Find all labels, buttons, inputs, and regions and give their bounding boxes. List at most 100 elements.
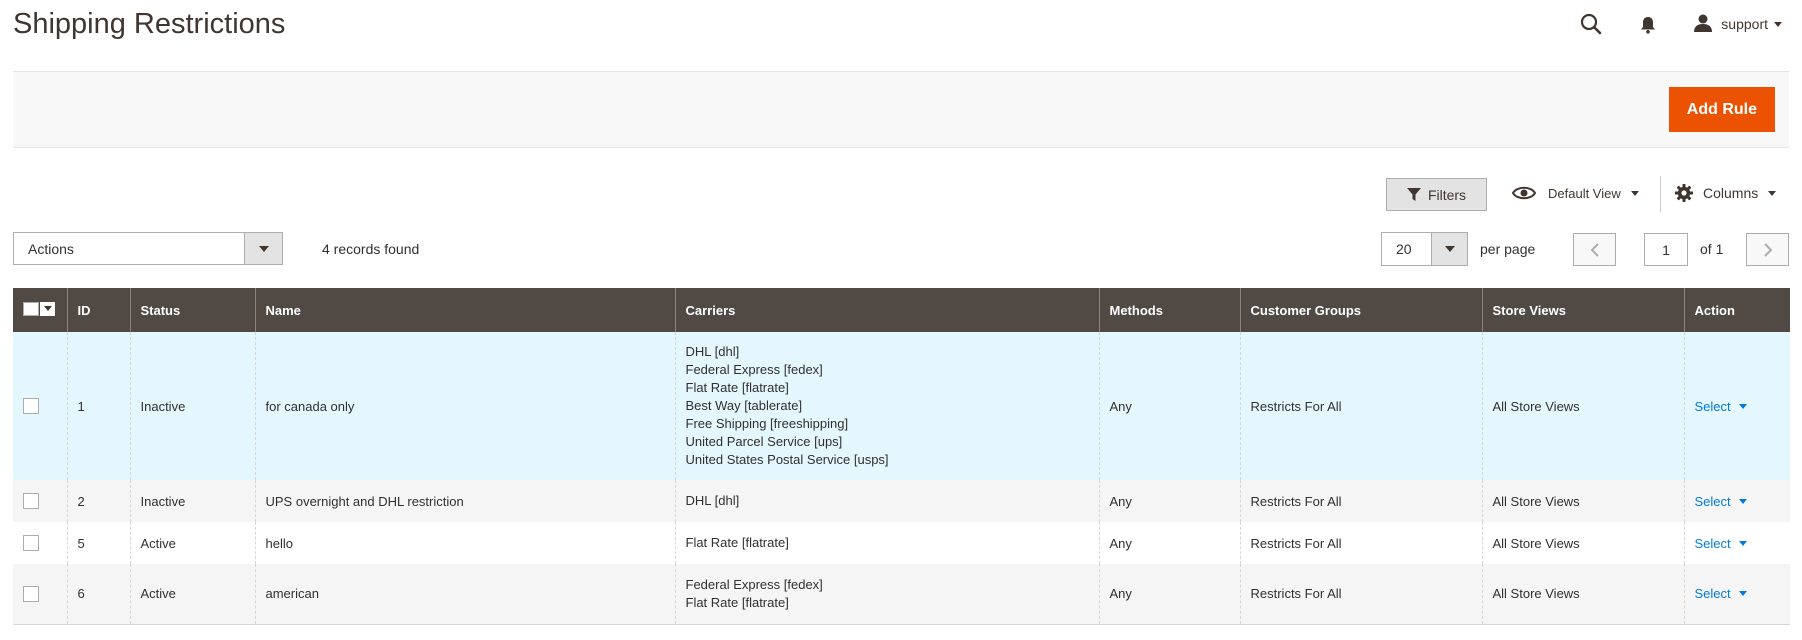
column-header-customer-groups[interactable]: Customer Groups (1239, 288, 1482, 332)
mass-actions-select[interactable]: Actions (13, 232, 283, 265)
cell-id: 1 (66, 332, 130, 480)
cell-methods: Any (1098, 564, 1240, 625)
columns-label: Columns (1703, 185, 1759, 201)
cell-carriers: DHL [dhl] (674, 480, 1099, 522)
cell-action: Select (1683, 564, 1790, 625)
row-action-select[interactable]: Select (1695, 536, 1747, 551)
cell-store-views: All Store Views (1481, 564, 1684, 625)
cell-name: american (254, 564, 675, 625)
carrier-item: Best Way [tablerate] (685, 398, 803, 413)
carrier-item: DHL [dhl] (685, 493, 740, 508)
carrier-item: Flat Rate [flatrate] (685, 594, 789, 610)
row-action-select[interactable]: Select (1695, 586, 1747, 601)
per-page-label: per page (1480, 241, 1536, 257)
column-header-name[interactable]: Name (254, 288, 675, 332)
bell-icon[interactable] (1637, 14, 1659, 36)
row-action-label: Select (1694, 535, 1731, 551)
row-action-label: Select (1694, 493, 1731, 509)
cell-carriers: Flat Rate [flatrate] (674, 522, 1099, 564)
row-checkbox[interactable] (23, 493, 39, 510)
table-row[interactable]: 2 Inactive UPS overnight and DHL restric… (13, 480, 1790, 522)
next-page-button[interactable] (1746, 233, 1789, 266)
chevron-down-icon (1738, 591, 1747, 597)
mass-select-dropdown (40, 301, 55, 316)
column-header-action: Action (1683, 288, 1790, 332)
cell-customer-groups: Restricts For All (1239, 332, 1482, 480)
row-checkbox[interactable] (23, 586, 39, 603)
cell-id: 5 (66, 522, 130, 564)
current-page-input[interactable] (1644, 233, 1688, 266)
row-action-select[interactable]: Select (1695, 494, 1747, 509)
cell-status: Active (129, 564, 255, 625)
cell-status: Active (129, 522, 255, 564)
chevron-down-icon (1738, 498, 1747, 504)
table-row[interactable]: 5 Active hello Flat Rate [flatrate] Any … (13, 522, 1790, 564)
cell-methods: Any (1098, 522, 1240, 564)
carrier-item: Federal Express [fedex] (685, 362, 823, 377)
chevron-left-icon (1590, 242, 1599, 257)
cell-name: hello (254, 522, 675, 564)
mass-actions-label: Actions (28, 240, 74, 257)
select-arrow (1431, 233, 1467, 265)
column-header-carriers[interactable]: Carriers (674, 288, 1099, 332)
cell-action: Select (1683, 332, 1790, 480)
filters-label: Filters (1427, 186, 1467, 203)
row-action-label: Select (1694, 398, 1731, 414)
grid-toolbar: Filters Default View Columns (0, 176, 1802, 216)
cell-store-views: All Store Views (1481, 522, 1684, 564)
chevron-down-icon (43, 306, 52, 311)
column-header-store-views[interactable]: Store Views (1481, 288, 1684, 332)
per-page-select[interactable]: 20 (1381, 232, 1468, 266)
cell-customer-groups: Restricts For All (1239, 522, 1482, 564)
cell-action: Select (1683, 480, 1790, 522)
user-icon (1693, 13, 1715, 35)
chevron-down-icon (1630, 190, 1639, 196)
chevron-down-icon (1768, 190, 1777, 196)
user-name: support (1721, 16, 1768, 32)
user-menu[interactable]: support (1693, 13, 1782, 35)
mass-select-checkbox[interactable] (23, 301, 55, 316)
cell-status: Inactive (129, 480, 255, 522)
per-page-value: 20 (1396, 241, 1412, 257)
cell-methods: Any (1098, 332, 1240, 480)
chevron-right-icon (1763, 242, 1772, 257)
column-header-status[interactable]: Status (129, 288, 255, 332)
filter-icon (1406, 187, 1421, 201)
records-count: 4 records found (322, 241, 420, 257)
row-checkbox[interactable] (23, 535, 39, 552)
search-icon[interactable] (1577, 10, 1605, 38)
row-checkbox-cell (13, 522, 67, 564)
toolbar-divider (1660, 176, 1661, 212)
cell-id: 6 (66, 564, 130, 625)
table-row[interactable]: 6 Active american Federal Express [fedex… (13, 564, 1790, 625)
column-header-id[interactable]: ID (66, 288, 130, 332)
checkbox-box (23, 301, 39, 316)
select-arrow (244, 233, 282, 264)
row-action-label: Select (1694, 586, 1731, 602)
cell-methods: Any (1098, 480, 1240, 522)
chevron-down-icon (1738, 540, 1747, 546)
filters-button[interactable]: Filters (1386, 178, 1487, 211)
gear-icon (1675, 184, 1693, 202)
row-action-select[interactable]: Select (1695, 399, 1747, 414)
chevron-down-icon (1774, 21, 1782, 27)
row-checkbox-cell (13, 332, 67, 480)
table-row[interactable]: 1 Inactive for canada only DHL [dhl] Fed… (13, 332, 1790, 480)
row-checkbox-cell (13, 564, 67, 625)
cell-id: 2 (66, 480, 130, 522)
cell-name: UPS overnight and DHL restriction (254, 480, 675, 522)
previous-page-button[interactable] (1573, 233, 1616, 266)
row-checkbox-cell (13, 480, 67, 522)
grid-header-row: ID Status Name Carriers Methods Customer… (13, 288, 1790, 332)
columns-dropdown[interactable]: Columns (1675, 184, 1777, 202)
add-rule-button[interactable]: Add Rule (1668, 87, 1775, 132)
cell-customer-groups: Restricts For All (1239, 564, 1482, 625)
column-header-methods[interactable]: Methods (1098, 288, 1240, 332)
row-checkbox[interactable] (23, 398, 39, 415)
carrier-item: Federal Express [fedex] (685, 576, 823, 592)
default-view-label: Default View (1548, 185, 1621, 201)
cell-store-views: All Store Views (1481, 332, 1684, 480)
carrier-item: Flat Rate [flatrate] (685, 535, 789, 550)
default-view-dropdown[interactable]: Default View (1512, 185, 1639, 201)
cell-carriers: Federal Express [fedex] Flat Rate [flatr… (674, 564, 1099, 625)
